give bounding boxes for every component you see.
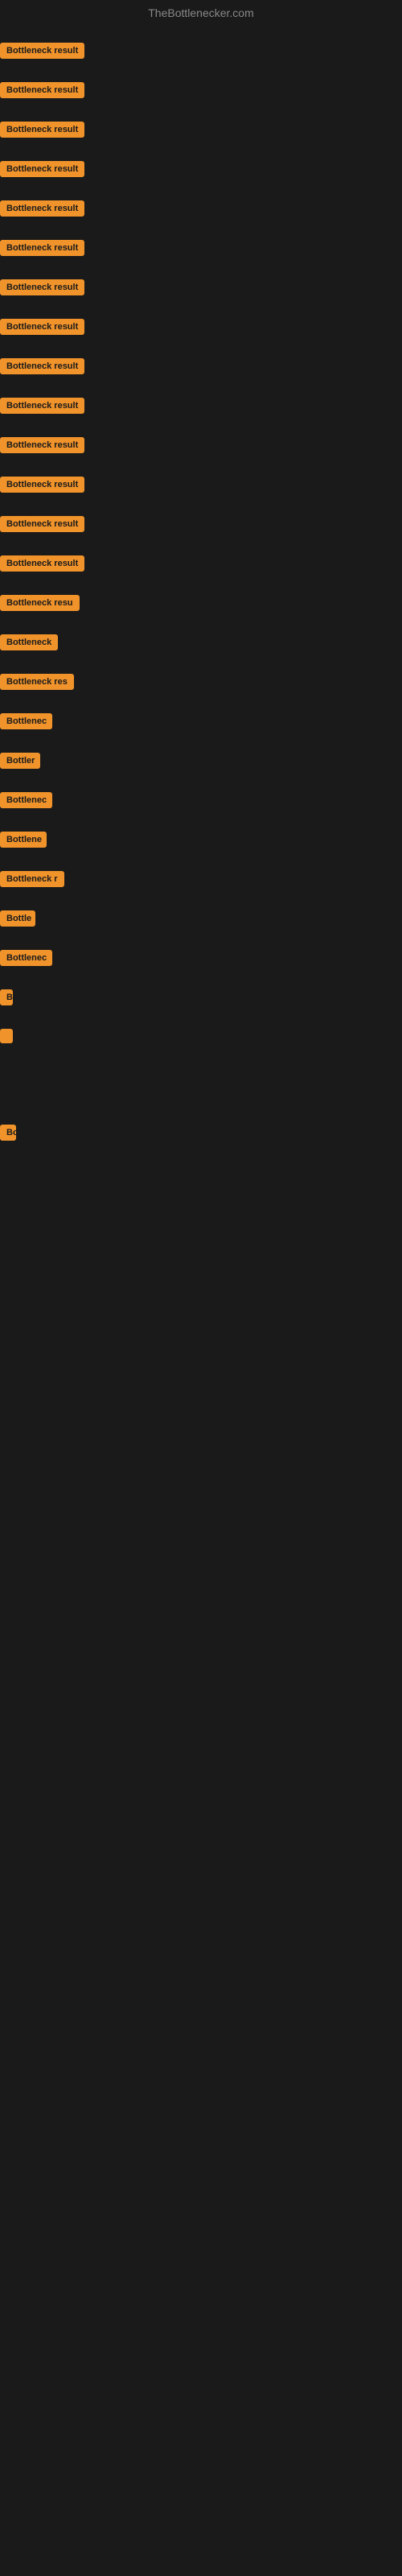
list-item[interactable]: Bottleneck resu — [0, 585, 402, 625]
list-item[interactable]: B — [0, 980, 402, 1019]
bottleneck-badge[interactable]: Bottleneck result — [0, 122, 84, 138]
bottleneck-badge[interactable]: B — [0, 989, 13, 1005]
list-item[interactable]: Bo — [0, 1115, 402, 1154]
list-item[interactable] — [0, 1019, 402, 1057]
bottleneck-badge[interactable]: Bottleneck result — [0, 555, 84, 572]
list-item[interactable]: Bottleneck result — [0, 388, 402, 427]
list-item[interactable]: Bottleneck result — [0, 506, 402, 546]
list-item[interactable]: Bottleneck result — [0, 546, 402, 585]
items-container: Bottleneck result Bottleneck result Bottle… — [0, 29, 402, 1212]
bottleneck-badge[interactable]: Bottler — [0, 753, 40, 769]
list-item[interactable]: Bottlenec — [0, 940, 402, 980]
bottleneck-badge[interactable]: Bottleneck result — [0, 319, 84, 335]
bottleneck-badge[interactable]: Bottleneck result — [0, 200, 84, 217]
list-item[interactable]: Bottleneck result — [0, 467, 402, 506]
list-item[interactable] — [0, 1174, 402, 1193]
list-item[interactable]: Bottler — [0, 743, 402, 782]
bottleneck-badge[interactable]: Bottleneck result — [0, 82, 84, 98]
list-item[interactable]: Bottleneck result — [0, 112, 402, 151]
list-item[interactable] — [0, 1096, 402, 1115]
bottleneck-badge[interactable]: Bottlenec — [0, 713, 52, 729]
list-item[interactable]: Bottlenec — [0, 704, 402, 743]
list-item[interactable]: Bottleneck result — [0, 151, 402, 191]
bottleneck-badge[interactable]: Bottleneck — [0, 634, 58, 650]
bottleneck-badge[interactable]: Bottleneck result — [0, 358, 84, 374]
list-item[interactable]: Bottleneck res — [0, 664, 402, 704]
bottleneck-badge[interactable]: Bottleneck result — [0, 437, 84, 453]
list-item[interactable]: Bottleneck — [0, 625, 402, 664]
list-item[interactable]: Bottleneck result — [0, 309, 402, 349]
bottleneck-badge[interactable]: Bottleneck result — [0, 43, 84, 59]
list-item[interactable] — [0, 1154, 402, 1174]
bottleneck-badge[interactable]: Bottleneck res — [0, 674, 74, 690]
list-item[interactable]: Bottleneck result — [0, 270, 402, 309]
list-item[interactable]: Bottlenec — [0, 782, 402, 822]
site-title: TheBottlenecker.com — [148, 6, 254, 19]
list-item[interactable]: Bottle — [0, 901, 402, 940]
list-item[interactable] — [0, 1076, 402, 1096]
bottleneck-badge[interactable]: Bottleneck result — [0, 477, 84, 493]
list-item[interactable]: Bottleneck result — [0, 349, 402, 388]
list-item[interactable]: Bottleneck result — [0, 427, 402, 467]
bottleneck-badge[interactable]: Bo — [0, 1125, 16, 1141]
bottleneck-badge[interactable]: Bottleneck result — [0, 240, 84, 256]
site-header: TheBottlenecker.com — [0, 0, 402, 29]
bottleneck-badge[interactable]: Bottlenec — [0, 950, 52, 966]
bottleneck-badge[interactable]: Bottleneck r — [0, 871, 64, 887]
list-item[interactable]: Bottleneck result — [0, 33, 402, 72]
bottleneck-badge[interactable]: Bottleneck resu — [0, 595, 80, 611]
bottleneck-badge[interactable]: Bottleneck result — [0, 516, 84, 532]
list-item[interactable]: Bottleneck result — [0, 230, 402, 270]
bottleneck-badge[interactable]: Bottle — [0, 910, 35, 927]
bottleneck-badge[interactable]: Bottlene — [0, 832, 47, 848]
bottleneck-badge[interactable]: Bottleneck result — [0, 161, 84, 177]
list-item[interactable] — [0, 1057, 402, 1076]
list-item[interactable]: Bottleneck result — [0, 72, 402, 112]
list-item[interactable]: Bottleneck result — [0, 191, 402, 230]
bottleneck-badge[interactable]: Bottleneck result — [0, 279, 84, 295]
bottleneck-badge[interactable]: Bottleneck result — [0, 398, 84, 414]
bottleneck-badge[interactable]: Bottlenec — [0, 792, 52, 808]
list-item[interactable] — [0, 1193, 402, 1212]
list-item[interactable]: Bottleneck r — [0, 861, 402, 901]
list-item[interactable]: Bottlene — [0, 822, 402, 861]
bottleneck-badge — [0, 1029, 13, 1043]
